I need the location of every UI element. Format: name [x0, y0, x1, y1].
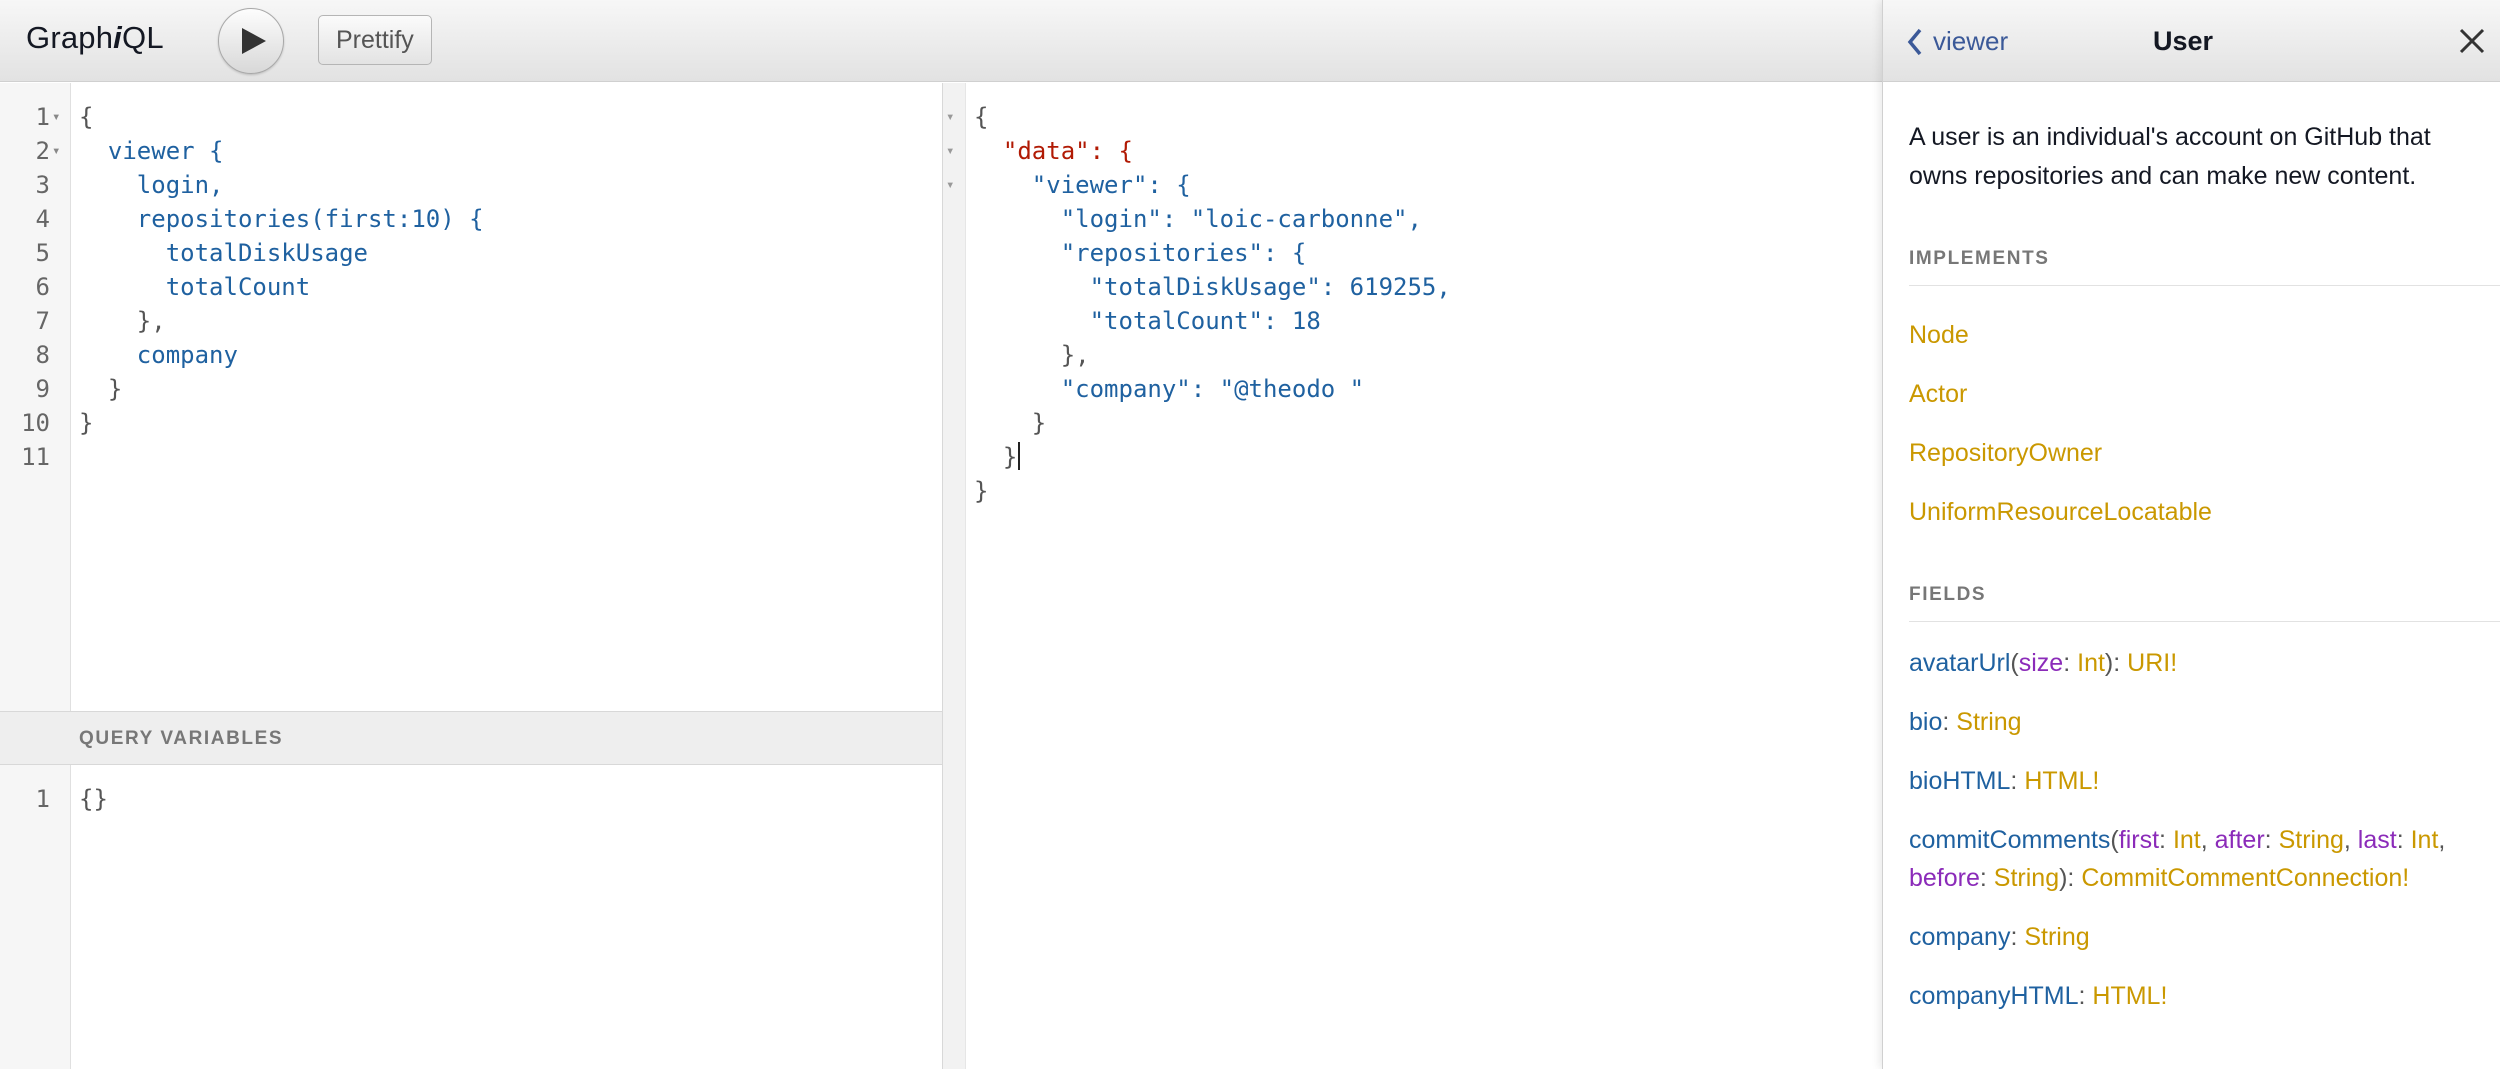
result-line: "totalCount": 18 — [974, 307, 1321, 335]
doc-explorer-title-bar: viewer User — [1883, 0, 2500, 82]
query-fold-markers[interactable]: ▾ ▾ — [52, 100, 70, 168]
result-fold-markers[interactable]: ▾ ▾ ▾ — [946, 100, 962, 202]
implements-item[interactable]: Node — [1909, 306, 2500, 365]
field-name-link[interactable]: bio — [1909, 708, 1942, 736]
type-link[interactable]: HTML! — [2024, 767, 2099, 795]
query-line: repositories(first:10) { — [79, 205, 484, 233]
field-item: bio: String — [1909, 708, 2022, 736]
query-line: totalCount — [79, 273, 311, 301]
type-link[interactable]: Int — [2411, 826, 2439, 854]
field-item: companyHTML: HTML! — [1909, 982, 2168, 1010]
query-line: { — [79, 103, 94, 131]
field-item: bioHTML: HTML! — [1909, 767, 2100, 795]
editor-result-divider[interactable] — [942, 83, 966, 1069]
result-line: "login": "loic-carbonne", — [974, 205, 1422, 233]
result-line: } — [974, 477, 989, 505]
implements-item[interactable]: RepositoryOwner — [1909, 424, 2500, 483]
type-link[interactable]: String — [1994, 864, 2059, 892]
query-line: company — [79, 341, 238, 369]
result-line: { — [974, 103, 989, 131]
type-link[interactable]: Int — [2173, 826, 2201, 854]
variables-line-numbers: 1 — [35, 785, 50, 813]
type-link[interactable]: Int — [2077, 649, 2105, 677]
top-toolbar: GraphiQL Prettify — [0, 0, 1882, 82]
doc-type-title: User — [2152, 26, 2214, 56]
query-line: } — [79, 375, 123, 403]
type-link[interactable]: String — [2279, 826, 2344, 854]
query-line: } — [79, 409, 94, 437]
logo-italic: i — [113, 20, 122, 55]
query-editor[interactable]: 1 2 3 4 5 6 7 8 9 10 11 ▾ ▾ { viewer { l… — [0, 83, 942, 711]
field-item: avatarUrl(size: Int): URI! — [1909, 649, 2178, 677]
result-line: "data": { — [974, 137, 1133, 165]
graphiql-logo: GraphiQL — [26, 20, 164, 56]
result-json: { "data": { "viewer": { "login": "loic-c… — [974, 100, 1451, 508]
argument-name: after — [2214, 826, 2265, 854]
query-line-numbers: 1 2 3 4 5 6 7 8 9 10 11 — [21, 103, 50, 471]
field-item: commitComments(first: Int, after: String… — [1909, 826, 2446, 892]
logo-prefix: Graph — [26, 20, 114, 55]
result-line: "company": "@theodo " — [974, 375, 1365, 403]
query-variables-title: QUERY VARIABLES — [79, 728, 284, 749]
text-cursor — [1018, 442, 1021, 470]
query-line: login, — [79, 171, 224, 199]
query-code[interactable]: { viewer { login, repositories(first:10)… — [79, 100, 484, 440]
type-link[interactable]: String — [2024, 923, 2089, 951]
argument-name: first — [2118, 826, 2160, 854]
implements-list: Node Actor RepositoryOwner UniformResour… — [1909, 306, 2500, 542]
implements-item[interactable]: Actor — [1909, 365, 2500, 424]
type-link[interactable]: URI! — [2127, 649, 2177, 677]
documentation-explorer: viewer User A user is an individual's ac… — [1882, 0, 2500, 1069]
execute-query-button[interactable] — [218, 8, 284, 74]
prettify-button[interactable]: Prettify — [318, 15, 432, 65]
play-icon — [241, 28, 266, 54]
field-name-link[interactable]: bioHTML — [1909, 767, 2010, 795]
fields-list: avatarUrl(size: Int): URI! bio: String b… — [1909, 644, 2500, 1015]
variables-code[interactable]: {} — [79, 782, 108, 816]
argument-name: size — [2018, 649, 2064, 677]
implements-item[interactable]: UniformResourceLocatable — [1909, 483, 2500, 542]
type-link[interactable]: CommitCommentConnection! — [2081, 864, 2409, 892]
query-variables-editor[interactable]: 1 {} — [0, 765, 942, 1069]
field-name-link[interactable]: company — [1909, 923, 2010, 951]
result-line: }, — [974, 341, 1090, 369]
argument-name: before — [1909, 864, 1980, 892]
result-line: } — [974, 409, 1047, 437]
query-variables-header[interactable]: QUERY VARIABLES — [0, 711, 942, 765]
query-line: totalDiskUsage — [79, 239, 368, 267]
fields-section-title: FIELDS — [1909, 584, 2500, 622]
result-line: } — [974, 443, 1018, 471]
type-link[interactable]: HTML! — [2092, 982, 2167, 1010]
field-name-link[interactable]: companyHTML — [1909, 982, 2079, 1010]
result-line: "viewer": { — [974, 171, 1191, 199]
result-line: "repositories": { — [974, 239, 1307, 267]
logo-suffix: QL — [122, 20, 164, 55]
field-item: company: String — [1909, 923, 2090, 951]
close-icon[interactable] — [2458, 27, 2486, 55]
type-description: A user is an individual's account on Git… — [1909, 123, 2431, 190]
query-line: }, — [79, 307, 166, 335]
field-name-link[interactable]: avatarUrl — [1909, 649, 2010, 677]
argument-name: last — [2357, 826, 2397, 854]
implements-section-title: IMPLEMENTS — [1909, 248, 2500, 286]
graphiql-app: GraphiQL Prettify 1 2 3 4 5 6 7 8 9 10 1… — [0, 0, 2500, 1069]
result-line: "totalDiskUsage": 619255, — [974, 273, 1451, 301]
field-name-link[interactable]: commitComments — [1909, 826, 2110, 854]
query-line: viewer { — [79, 137, 224, 165]
result-viewer: ▾ ▾ ▾ { "data": { "viewer": { "login": "… — [946, 83, 1882, 1069]
type-link[interactable]: String — [1956, 708, 2021, 736]
doc-explorer-content: A user is an individual's account on Git… — [1909, 118, 2500, 1036]
